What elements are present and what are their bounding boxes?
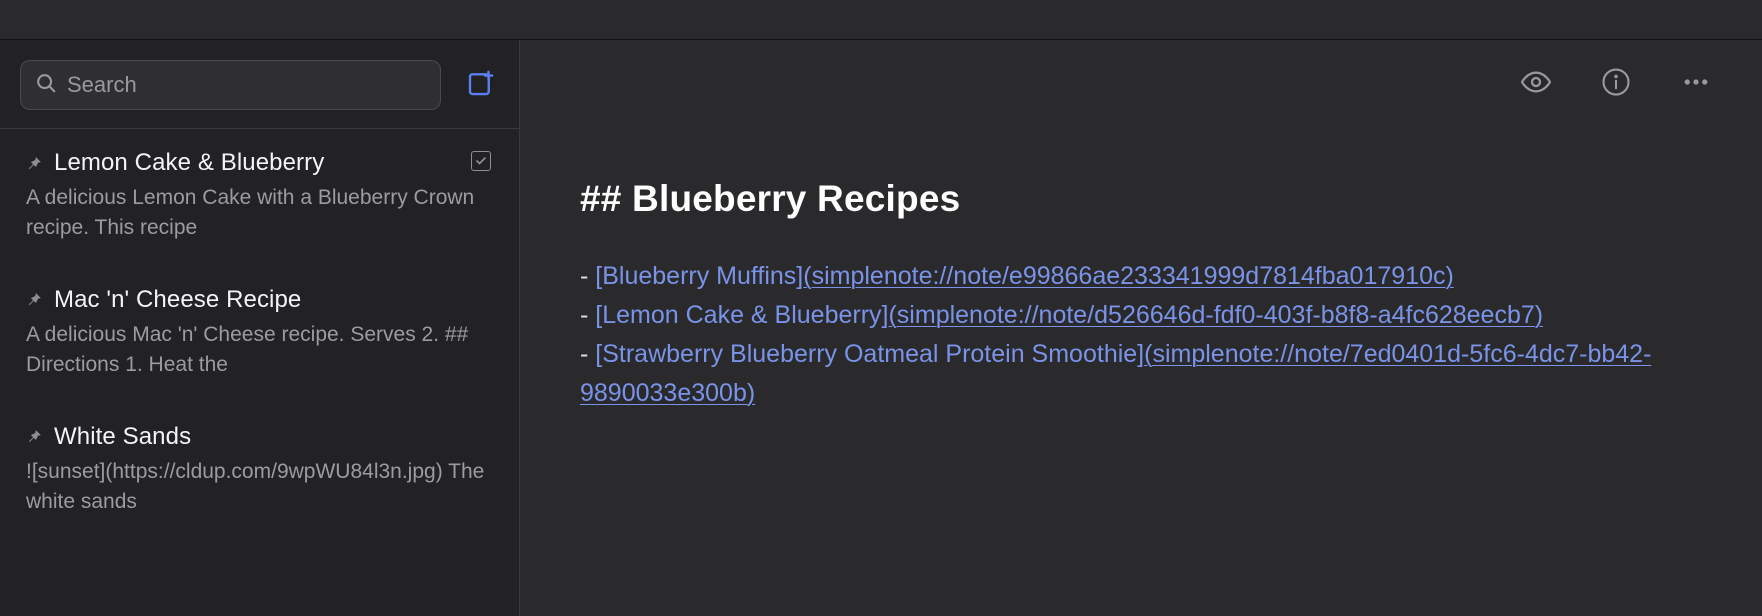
note-title: Mac 'n' Cheese Recipe <box>54 286 301 314</box>
note-item-header: White Sands <box>24 423 495 451</box>
search-input[interactable] <box>67 72 426 98</box>
editor-line: - [Strawberry Blueberry Oatmeal Protein … <box>580 335 1660 413</box>
bullet: - <box>580 262 595 290</box>
app-root: Lemon Cake & Blueberry A delicious Lemon… <box>0 40 1762 616</box>
editor-heading: ## Blueberry Recipes <box>580 170 1660 227</box>
window-titlebar <box>0 0 1762 40</box>
bullet: - <box>580 301 595 329</box>
new-note-button[interactable] <box>463 67 499 103</box>
more-button[interactable] <box>1680 68 1712 100</box>
editor-line: - [Blueberry Muffins](simplenote://note/… <box>580 257 1660 296</box>
editor-toolbar <box>1520 68 1712 100</box>
note-preview: ![sunset](https://cldup.com/9wpWU84l3n.j… <box>26 457 495 518</box>
note-item-header: Lemon Cake & Blueberry <box>24 149 495 177</box>
markdown-link-url[interactable]: (simplenote://note/d526646d-fdf0-403f-b8… <box>888 301 1543 329</box>
markdown-link-label: [Blueberry Muffins] <box>595 262 803 290</box>
markdown-link-label: [Lemon Cake & Blueberry] <box>595 301 888 329</box>
pin-icon <box>24 153 44 173</box>
note-list-item[interactable]: White Sands ![sunset](https://cldup.com/… <box>0 403 519 540</box>
preview-toggle-button[interactable] <box>1520 68 1552 100</box>
editor-line: - [Lemon Cake & Blueberry](simplenote://… <box>580 296 1660 335</box>
bullet: - <box>580 340 595 368</box>
ellipsis-icon <box>1681 67 1711 102</box>
info-icon <box>1601 67 1631 102</box>
heading-text: Blueberry Recipes <box>632 178 960 219</box>
heading-prefix: ## <box>580 178 632 219</box>
note-list-item[interactable]: Mac 'n' Cheese Recipe A delicious Mac 'n… <box>0 266 519 403</box>
markdown-link-label: [Strawberry Blueberry Oatmeal Protein Sm… <box>595 340 1144 368</box>
search-field-wrap[interactable] <box>20 60 441 110</box>
note-list-item[interactable]: Lemon Cake & Blueberry A delicious Lemon… <box>0 129 519 266</box>
sidebar-header <box>0 40 519 129</box>
search-icon <box>35 72 57 99</box>
note-preview: A delicious Lemon Cake with a Blueberry … <box>26 183 495 244</box>
note-title: White Sands <box>54 423 191 451</box>
note-list: Lemon Cake & Blueberry A delicious Lemon… <box>0 129 519 616</box>
pin-icon <box>24 427 44 447</box>
pin-icon <box>24 290 44 310</box>
note-item-header: Mac 'n' Cheese Recipe <box>24 286 495 314</box>
markdown-link-url[interactable]: (simplenote://note/e99866ae233341999d781… <box>803 262 1454 290</box>
checklist-icon <box>471 151 491 171</box>
editor-pane: ## Blueberry Recipes - [Blueberry Muffin… <box>520 40 1762 616</box>
note-title: Lemon Cake & Blueberry <box>54 149 324 177</box>
eye-icon <box>1520 66 1552 103</box>
info-button[interactable] <box>1600 68 1632 100</box>
sidebar: Lemon Cake & Blueberry A delicious Lemon… <box>0 40 520 616</box>
note-preview: A delicious Mac 'n' Cheese recipe. Serve… <box>26 320 495 381</box>
compose-icon <box>466 68 496 103</box>
